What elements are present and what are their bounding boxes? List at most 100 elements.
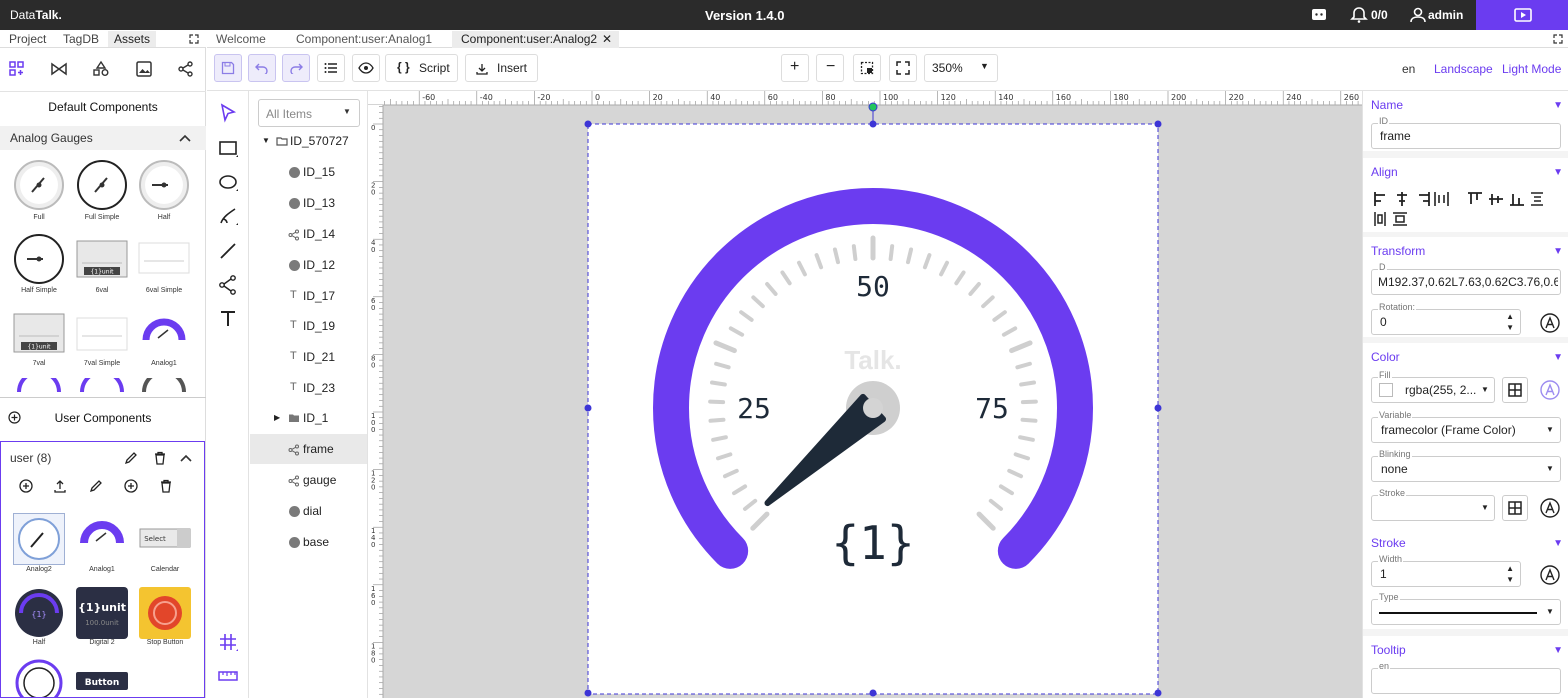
zoom-in-button[interactable]: + [781, 54, 809, 82]
alarm-count[interactable]: 0/0 [1371, 8, 1388, 22]
upload-icon[interactable] [53, 479, 67, 493]
ruler-icon[interactable] [215, 663, 241, 689]
tree-row[interactable]: T ID_23 [250, 373, 367, 403]
animate-icon[interactable] [1539, 312, 1561, 334]
tab-assets[interactable]: Assets [108, 31, 157, 47]
fit-screen-button[interactable] [889, 54, 917, 82]
line-icon[interactable] [215, 238, 241, 264]
blinking-select[interactable]: none ▼ [1371, 456, 1561, 482]
tree-row-selected[interactable]: frame [250, 434, 367, 464]
resize-handle[interactable] [584, 404, 592, 412]
animate-icon[interactable] [1539, 497, 1561, 519]
bowtie-icon[interactable] [50, 60, 68, 78]
chevron-down-icon[interactable]: ▼ [1553, 100, 1563, 111]
analog-gauges-group[interactable]: Analog Gauges [0, 126, 206, 150]
tree-row[interactable]: ID_15 [250, 157, 367, 187]
tree-row[interactable]: dial [250, 496, 367, 526]
thumb-full-simple[interactable] [76, 159, 128, 211]
rotate-handle[interactable] [868, 102, 878, 112]
zoom-out-button[interactable]: − [816, 54, 844, 82]
align-top-icon[interactable] [1468, 192, 1482, 204]
theme-link[interactable]: Light Mode [1502, 62, 1561, 76]
align-middle-icon[interactable] [1489, 194, 1503, 205]
path-icon[interactable] [215, 272, 241, 298]
variable-select[interactable]: framecolor (Frame Color) ▼ [1371, 417, 1561, 443]
chevron-up-icon[interactable] [180, 453, 192, 463]
tab-component-analog2[interactable]: Component:user:Analog2 ✕ [452, 31, 620, 48]
resize-handle[interactable] [1154, 689, 1162, 697]
language-link[interactable]: en [1402, 62, 1415, 76]
thumb-6val[interactable]: {1}unit [76, 233, 128, 285]
add-component-icon[interactable] [19, 479, 33, 493]
ellipse-icon[interactable] [215, 169, 241, 195]
thumb-analog1[interactable] [138, 308, 190, 360]
gauge-artboard[interactable]: 25 50 75 Talk. {1} [368, 91, 1362, 698]
rotation-field[interactable]: 0 ▲ ▼ [1371, 309, 1521, 335]
tab-component-analog1[interactable]: Component:user:Analog1 [287, 31, 441, 48]
tree-row[interactable]: gauge [250, 465, 367, 495]
rectangle-icon[interactable] [215, 135, 241, 161]
undo-button[interactable] [248, 54, 276, 82]
delete-icon[interactable] [153, 451, 167, 465]
tree-row[interactable]: ID_14 [250, 219, 367, 249]
tab-tagdb[interactable]: TagDB [57, 31, 105, 47]
path-d-field[interactable]: M192.37,0.62L7.63,0.62C3.76,0.62 0 [1371, 269, 1561, 295]
tree-row[interactable]: ▶ ID_1 [250, 403, 367, 433]
edit-component-icon[interactable] [89, 479, 103, 493]
components-icon[interactable] [8, 60, 26, 78]
tree-row[interactable]: ID_12 [250, 250, 367, 280]
layer-filter-select[interactable]: All Items ▼ [258, 99, 360, 127]
tree-row-root[interactable]: ▼ ID_570727 [250, 126, 367, 156]
distribute-vertical-icon[interactable] [1531, 192, 1543, 206]
grid-icon[interactable] [215, 629, 241, 655]
thumb-half[interactable] [138, 159, 190, 211]
spinner-icon[interactable]: ▲ ▼ [1506, 311, 1514, 333]
chevron-up-icon[interactable] [179, 133, 191, 143]
tree-row[interactable]: T ID_19 [250, 311, 367, 341]
tree-row[interactable]: T ID_17 [250, 281, 367, 311]
stroke-width-field[interactable]: 1 ▲ ▼ [1371, 561, 1521, 587]
list-button[interactable] [317, 54, 345, 82]
caret-right-icon[interactable]: ▶ [274, 413, 280, 422]
align-left-icon[interactable] [1374, 192, 1385, 206]
thumb-half-simple[interactable] [13, 233, 65, 285]
resize-handle[interactable] [869, 689, 877, 697]
thumb-full[interactable] [13, 159, 65, 211]
edit-icon[interactable] [124, 451, 138, 465]
thumb-6val-simple[interactable] [138, 233, 190, 285]
expand-icon[interactable] [1553, 34, 1563, 44]
insert-button[interactable]: Insert [465, 54, 538, 82]
pointer-icon[interactable] [215, 100, 241, 126]
thumb-button[interactable]: Button [76, 672, 128, 692]
resize-handle[interactable] [584, 689, 592, 697]
tab-project[interactable]: Project [3, 31, 52, 47]
expand-icon[interactable] [189, 34, 199, 44]
zoom-select[interactable]: 350% ▼ [924, 54, 998, 82]
pen-icon[interactable] [215, 203, 241, 229]
tab-welcome[interactable]: Welcome [207, 31, 275, 48]
distribute-width-icon[interactable] [1374, 212, 1386, 226]
shapes-icon[interactable] [92, 60, 110, 78]
thumb-7val-simple[interactable] [76, 308, 128, 360]
script-button[interactable]: { } Script [385, 54, 458, 82]
align-center-icon[interactable] [1397, 192, 1407, 206]
tooltip-field[interactable] [1371, 668, 1561, 694]
tree-row[interactable]: ID_13 [250, 188, 367, 218]
id-field[interactable]: frame [1371, 123, 1561, 149]
caret-down-icon[interactable]: ▼ [262, 136, 270, 145]
stroke-type-select[interactable]: ▼ [1371, 599, 1561, 625]
chevron-down-icon[interactable]: ▼ [1553, 645, 1563, 656]
thumb-stop-button[interactable] [139, 587, 191, 639]
spinner-icon[interactable]: ▲ ▼ [1506, 563, 1514, 585]
user-name[interactable]: admin [1428, 8, 1463, 22]
distribute-horizontal-icon[interactable] [1434, 192, 1449, 206]
user-icon[interactable] [1409, 6, 1427, 24]
tree-row[interactable]: T ID_21 [250, 342, 367, 372]
align-right-icon[interactable] [1419, 192, 1430, 206]
thumb-ring-gauge[interactable] [13, 657, 65, 697]
redo-button[interactable] [282, 54, 310, 82]
preview-toggle-button[interactable] [352, 54, 380, 82]
chevron-down-icon[interactable]: ▼ [1553, 352, 1563, 363]
image-icon[interactable] [135, 60, 153, 78]
thumb-digital2[interactable]: {1}unit 100.0unit [76, 587, 128, 639]
